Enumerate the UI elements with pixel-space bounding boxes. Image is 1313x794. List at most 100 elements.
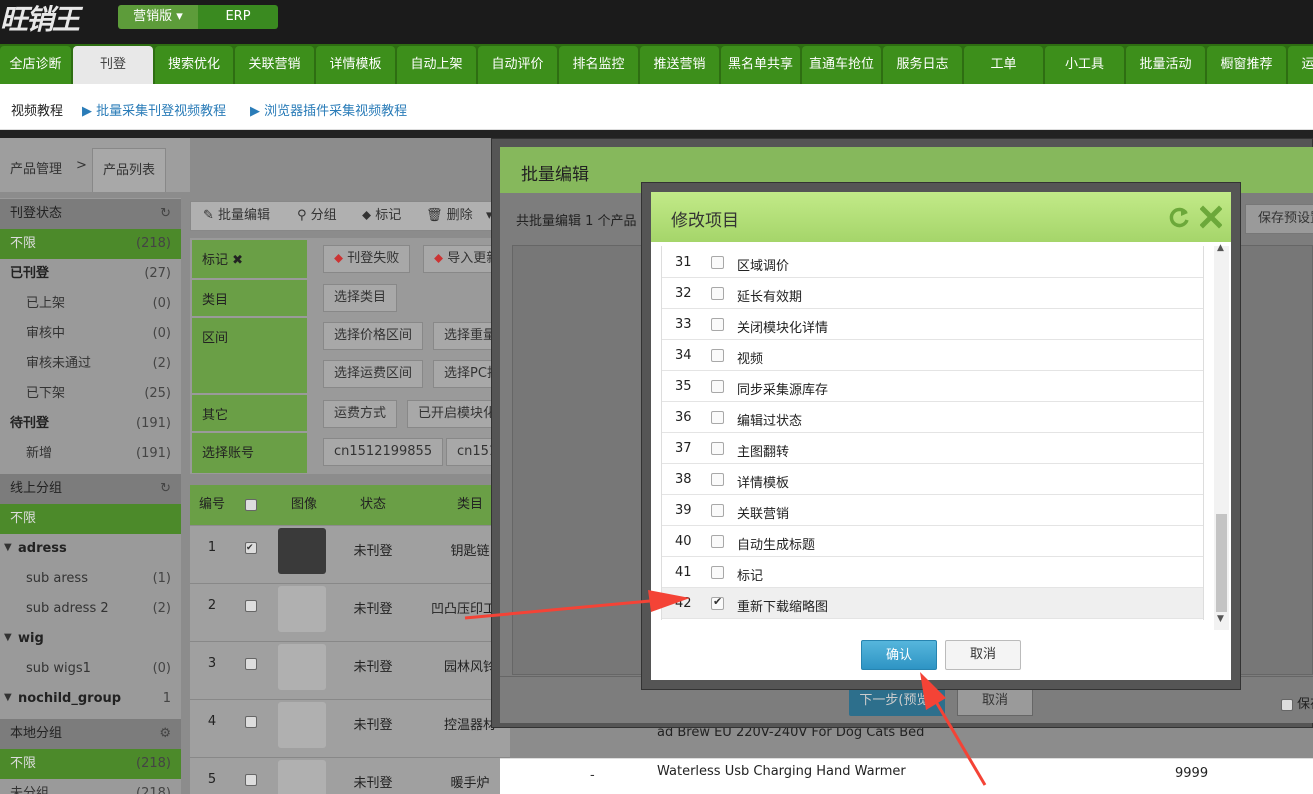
sidebar-status-item[interactable]: 审核中 (0) [0,319,181,349]
modify-item-row[interactable]: 31 区域调价 [662,247,1203,278]
nav-tab-15[interactable]: 橱窗推荐 [1207,46,1286,84]
sidebar-status-item[interactable]: 不限 (218) [0,229,181,259]
row-checkbox[interactable] [245,658,257,670]
delete-button[interactable]: 🗑 删除 [426,201,473,231]
product-thumbnail[interactable] [278,644,326,690]
nav-tab-11[interactable]: 服务日志 [883,46,962,84]
filter-mark-failed[interactable]: ⬥ 刊登失败 [323,245,411,273]
item-checkbox[interactable] [711,380,724,393]
item-checkbox[interactable] [711,349,724,362]
caret-down-icon[interactable]: ▼ [4,542,12,553]
nav-tab-13[interactable]: 小工具 [1045,46,1124,84]
sidebar-local-item[interactable]: 不限 (218) [0,749,181,779]
close-icon[interactable] [1200,205,1222,229]
sidebar-status-item[interactable]: 已下架 (25) [0,379,181,409]
cancel-button[interactable]: 取消 [945,640,1021,670]
item-checkbox[interactable] [711,595,724,610]
keep-checkbox[interactable] [1281,698,1293,711]
item-checkbox[interactable] [711,535,724,548]
scrollbar-thumb[interactable] [1216,514,1227,612]
nav-tab-12[interactable]: 工单 [964,46,1043,84]
modify-item-row[interactable]: 42 重新下载缩略图 [662,588,1203,619]
modify-item-row[interactable]: 36 编辑过状态 [662,402,1203,433]
item-checkbox[interactable] [711,411,724,424]
nav-tab-16[interactable]: 运 [1288,46,1313,84]
filter-mark-label[interactable]: 标记 ✖ [192,240,307,278]
batch-edit-button[interactable]: ✎ 批量编辑 [203,201,270,231]
row-checkbox[interactable] [245,600,257,612]
modify-item-row[interactable]: 33 关闭模块化详情 [662,309,1203,340]
nav-tab-14[interactable]: 批量活动 [1126,46,1205,84]
item-checkbox[interactable] [711,256,724,269]
modify-item-row[interactable]: 38 详情模板 [662,464,1203,495]
sidebar-online-item[interactable]: sub adress 2 (2) [0,594,181,624]
group-button[interactable]: ⚲ 分组 [297,201,337,231]
nav-tab-6[interactable]: 自动评价 [478,46,557,84]
item-checkbox[interactable] [711,318,724,331]
confirm-button[interactable]: 确认 [861,640,937,670]
item-checkbox[interactable] [711,442,724,455]
nav-tab-2[interactable]: 搜索优化 [155,46,233,84]
modular-detail-filter[interactable]: 已开启模块化详 [407,400,503,428]
gear-icon[interactable]: ⚙ [159,719,171,749]
shipping-method-filter[interactable]: 运费方式 [323,400,398,428]
col-select-all[interactable] [232,485,270,525]
edition-dropdown[interactable]: 营销版 ▾ [118,5,198,29]
nav-tab-7[interactable]: 排名监控 [559,46,638,84]
item-checkbox[interactable] [711,504,724,517]
save-preset-button[interactable]: 保存预设置 [1245,204,1313,234]
product-thumbnail[interactable] [278,528,326,574]
row-checkbox[interactable] [245,774,257,786]
nav-tab-3[interactable]: 关联营销 [235,46,314,84]
sidebar-local-item[interactable]: 未分组 (218) [0,779,181,794]
nav-tab-1[interactable]: 刊登 [73,46,153,84]
sidebar-status-item[interactable]: 新增 (191) [0,439,181,469]
select-all-checkbox[interactable] [245,498,257,511]
caret-down-icon[interactable]: ▼ [4,692,12,703]
sidebar-online-item[interactable]: wig [0,624,181,654]
batch-edit-cancel-button[interactable]: 取消 [957,686,1033,716]
item-checkbox[interactable] [711,566,724,579]
item-checkbox[interactable] [711,287,724,300]
nav-tab-10[interactable]: 直通车抢位 [802,46,881,84]
sidebar-online-item[interactable]: 不限 [0,504,181,534]
sidebar-online-item[interactable]: sub wigs1 (0) [0,654,181,684]
nav-tab-0[interactable]: 全店诊断 [0,46,71,84]
modify-item-row[interactable]: 41 标记 [662,557,1203,588]
row-checkbox[interactable]: ✔ [245,542,257,554]
video-link-batch[interactable]: ▶ 批量采集刊登视频教程 [82,100,226,119]
nav-tab-4[interactable]: 详情模板 [316,46,395,84]
next-preview-button[interactable]: 下一步(预览) [849,686,945,716]
product-thumbnail[interactable] [278,760,326,794]
sidebar-status-item[interactable]: 已上架 (0) [0,289,181,319]
item-checkbox[interactable] [711,473,724,486]
select-price-range[interactable]: 选择价格区间 [323,322,424,350]
mark-button[interactable]: ⬥ 标记 [362,201,401,231]
modify-item-row[interactable]: 34 视频 [662,340,1203,371]
nav-tab-9[interactable]: 黑名单共享 [721,46,800,84]
tab-product-list[interactable]: 产品列表 [92,148,166,192]
refresh-icon[interactable]: ↻ [160,199,171,229]
modify-item-row[interactable]: 35 同步采集源库存 [662,371,1203,402]
account-button-1[interactable]: cn1512199855 [323,438,444,466]
product-thumbnail[interactable] [278,702,326,748]
sidebar-status-item[interactable]: 已刊登 (27) [0,259,181,289]
erp-button[interactable]: ERP [198,5,278,29]
nav-tab-8[interactable]: 推送营销 [640,46,719,84]
sidebar-online-item[interactable]: sub aress (1) [0,564,181,594]
app-logo[interactable]: 旺销王 [0,0,80,38]
caret-down-icon[interactable]: ▼ [4,632,12,643]
refresh-icon[interactable]: ↻ [160,474,171,504]
modify-item-row[interactable]: 39 关联营销 [662,495,1203,526]
select-category-button[interactable]: 选择类目 [323,284,398,312]
modify-item-row[interactable]: 37 主图翻转 [662,433,1203,464]
scroll-up-arrow[interactable]: ▲ [1217,243,1224,253]
modify-item-row[interactable]: 32 延长有效期 [662,278,1203,309]
nav-tab-5[interactable]: 自动上架 [397,46,476,84]
refresh-icon[interactable] [1168,205,1190,229]
product-thumbnail[interactable] [278,586,326,632]
sidebar-status-item[interactable]: 审核未通过 (2) [0,349,181,379]
video-link-plugin[interactable]: ▶ 浏览器插件采集视频教程 [250,100,407,119]
row-checkbox[interactable] [245,716,257,728]
scroll-down-arrow[interactable]: ▼ [1217,614,1224,624]
